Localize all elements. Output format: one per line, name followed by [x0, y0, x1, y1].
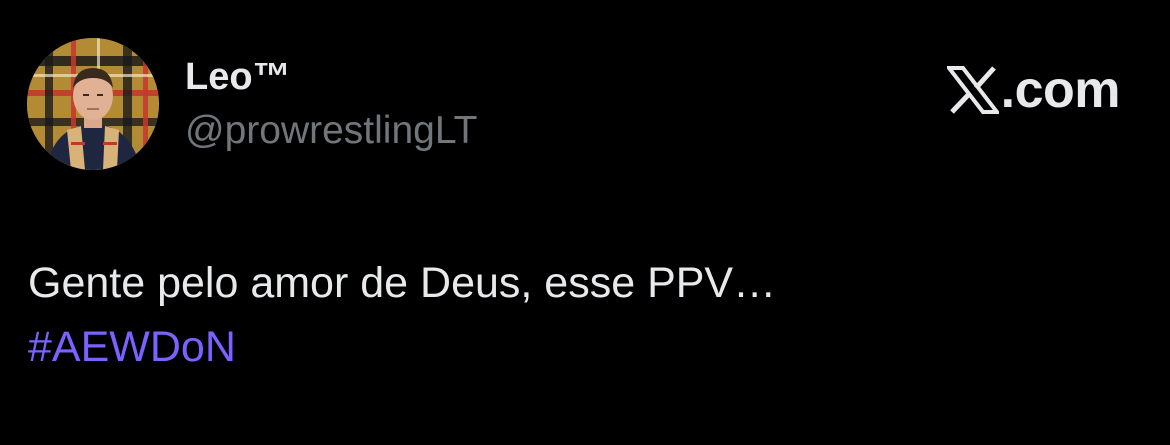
author-handle[interactable]: @prowrestlingLT — [185, 108, 477, 154]
x-logo-icon — [946, 66, 999, 114]
author-display-name[interactable]: Leo™ — [185, 54, 291, 100]
avatar-image — [27, 38, 159, 170]
tweet-text: Gente pelo amor de Deus, esse PPV… — [28, 259, 777, 307]
author-avatar[interactable] — [27, 38, 159, 170]
tweet-card: Leo™ @prowrestlingLT .com Gente pelo amo… — [0, 0, 1170, 445]
hashtag-link[interactable]: #AEWDoN — [28, 316, 236, 378]
x-com-brand: .com — [946, 58, 1121, 122]
brand-domain-text: .com — [1000, 61, 1121, 119]
